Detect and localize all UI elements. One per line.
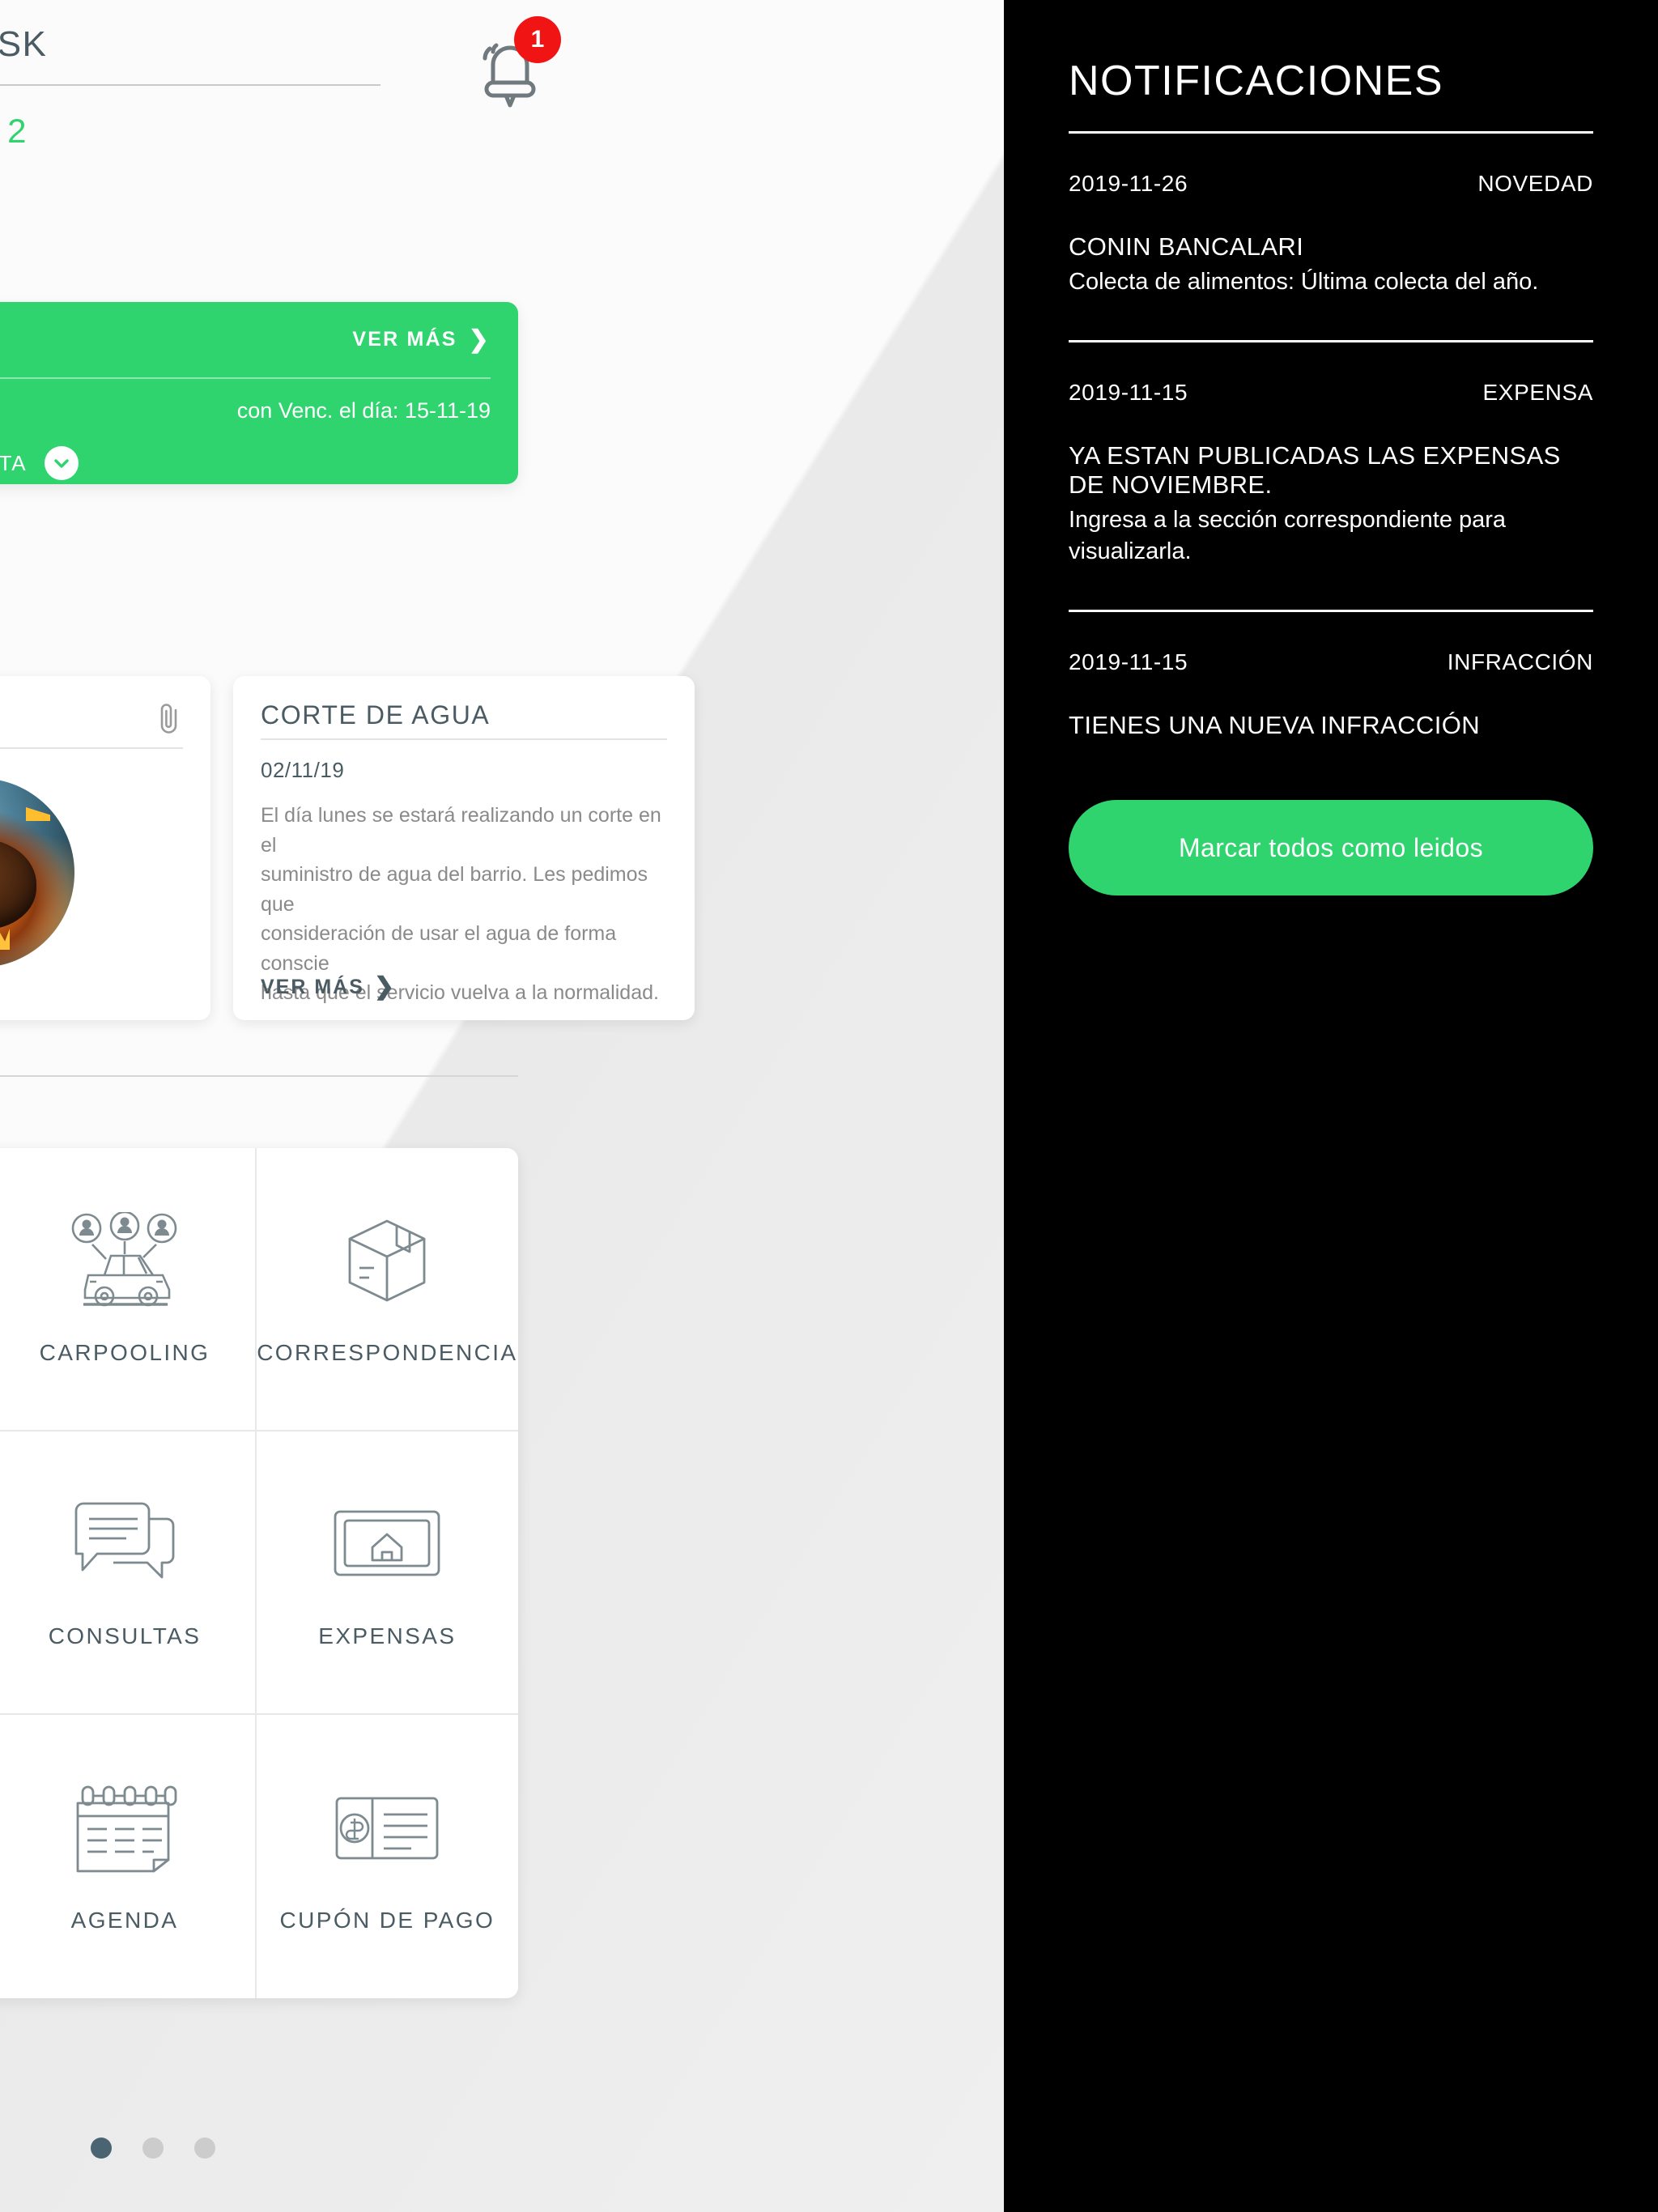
tile-label: EXPENSAS xyxy=(318,1623,457,1648)
notifications-panel-title: NOTIFICACIONES xyxy=(1069,57,1444,104)
notification-date: 2019-11-15 xyxy=(1069,380,1188,406)
news-title: CORTE DE AGUA xyxy=(261,700,491,730)
account-ver-mas-label: VER MÁS xyxy=(352,328,457,351)
news-card-corte-de-agua[interactable]: CORTE DE AGUA 02/11/19 El día lunes se e… xyxy=(233,676,695,1020)
tile-label: CORRESPONDENCIA xyxy=(257,1340,518,1365)
account-due-text: con Venc. el día: 15-11-19 xyxy=(236,398,491,423)
pager-dot-1[interactable] xyxy=(91,2138,112,2159)
news-card-image[interactable] xyxy=(0,676,210,1020)
news-ver-mas-label: VER MÁS xyxy=(261,975,364,998)
header-divider xyxy=(0,84,380,86)
tile-carpooling[interactable]: CARPOOLING xyxy=(0,1148,257,1431)
notification-header: 2019-11-26 NOVEDAD xyxy=(1069,171,1593,197)
attachment-row xyxy=(0,700,183,739)
paperclip-icon[interactable] xyxy=(155,700,183,736)
tile-label: CUPÓN DE PAGO xyxy=(279,1908,495,1933)
notification-title: YA ESTAN PUBLICADAS LAS EXPENSAS DE NOVI… xyxy=(1069,441,1561,500)
notification-text: Colecta de alimentos: Última colecta del… xyxy=(1069,269,1539,295)
news-ver-mas-link[interactable]: VER MÁS ❯ xyxy=(261,975,396,999)
neighborhood-subtitle: LAR DEL LAGO 2 xyxy=(0,112,28,150)
pumpkin-mouth xyxy=(0,929,10,950)
notification-item[interactable]: 2019-11-15 INFRACCIÓN TIENES UNA NUEVA I… xyxy=(1069,612,1593,740)
tile-label: CONSULTAS xyxy=(48,1623,202,1648)
payment-coupon-icon xyxy=(330,1780,444,1877)
notification-title: TIENES UNA NUEVA INFRACCIÓN xyxy=(1069,711,1481,740)
notifications-panel: NOTIFICACIONES 2019-11-26 NOVEDAD CONIN … xyxy=(1004,0,1658,2212)
notification-item[interactable]: 2019-11-15 EXPENSA YA ESTAN PUBLICADAS L… xyxy=(1069,342,1593,613)
shortcut-tile-grid: OS xyxy=(0,1148,518,1998)
news-thumbnail-pumpkin xyxy=(0,778,74,968)
page-title: OLA, HELP DESK xyxy=(0,24,48,64)
app-screen: OLA, HELP DESK LAR DEL LAGO 2 1 VER xyxy=(0,0,1658,2212)
news-carousel: CORTE DE AGUA 02/11/19 El día lunes se e… xyxy=(0,676,695,1020)
news-card-divider xyxy=(0,747,183,749)
notification-count-badge: 1 xyxy=(514,16,561,63)
pager-dot-2[interactable] xyxy=(142,2138,164,2159)
notification-text: Ingresa a la sección correspondiente par… xyxy=(1069,507,1507,565)
pager-dot-3[interactable] xyxy=(194,2138,215,2159)
account-detail-toggle[interactable]: R DETALLE DE CUENTA xyxy=(0,442,518,484)
news-card-divider xyxy=(261,738,667,740)
notification-item[interactable]: 2019-11-26 NOVEDAD CONIN BANCALARI Colec… xyxy=(1069,134,1593,343)
calendar-icon xyxy=(68,1780,181,1877)
account-summary-card[interactable]: VER MÁS ❯ con Venc. el día: 15-11-19 R D… xyxy=(0,302,518,484)
tile-correspondencia[interactable]: CORRESPONDENCIA xyxy=(256,1148,518,1431)
account-card-header: VER MÁS ❯ xyxy=(0,302,518,377)
tile-label: AGENDA xyxy=(70,1908,179,1933)
package-icon xyxy=(338,1212,436,1309)
chat-bubbles-icon xyxy=(68,1495,181,1593)
notifications-bell-button[interactable]: 1 xyxy=(466,16,561,112)
tile-consultas[interactable]: CONSULTAS xyxy=(0,1431,257,1715)
pumpkin-body xyxy=(0,839,36,930)
banknote-house-icon xyxy=(330,1495,444,1593)
notification-date: 2019-11-15 xyxy=(1069,649,1188,675)
notification-header: 2019-11-15 INFRACCIÓN xyxy=(1069,649,1593,675)
tile-cupon-de-pago[interactable]: CUPÓN DE PAGO xyxy=(257,1715,518,1998)
pumpkin-eye-right xyxy=(26,807,50,821)
carousel-pager xyxy=(0,2138,1004,2159)
chevron-down-icon[interactable] xyxy=(45,446,79,480)
chevron-right-icon: ❯ xyxy=(468,325,491,353)
notification-type: NOVEDAD xyxy=(1477,171,1593,196)
notification-date: 2019-11-26 xyxy=(1069,171,1188,196)
tile-agenda[interactable]: AGENDA xyxy=(0,1715,257,1998)
page-header: OLA, HELP DESK LAR DEL LAGO 2 xyxy=(0,24,672,151)
notification-header: 2019-11-15 EXPENSA xyxy=(1069,380,1593,406)
notification-type: INFRACCIÓN xyxy=(1447,649,1593,675)
chevron-right-icon: ❯ xyxy=(373,973,397,1000)
news-date: 02/11/19 xyxy=(261,758,345,782)
account-ver-mas-link[interactable]: VER MÁS ❯ xyxy=(352,325,491,353)
notification-title: CONIN BANCALARI xyxy=(1069,232,1304,261)
carpooling-icon xyxy=(64,1212,185,1309)
mark-all-read-button[interactable]: Marcar todos como leidos xyxy=(1069,800,1593,896)
tile-expensas[interactable]: EXPENSAS xyxy=(256,1431,518,1715)
main-content-area: OLA, HELP DESK LAR DEL LAGO 2 1 VER xyxy=(0,0,1004,2212)
notification-type: EXPENSA xyxy=(1482,380,1593,406)
section-divider xyxy=(0,1075,518,1077)
account-detail-label: R DETALLE DE CUENTA xyxy=(0,450,28,475)
tile-label: CARPOOLING xyxy=(39,1340,210,1365)
